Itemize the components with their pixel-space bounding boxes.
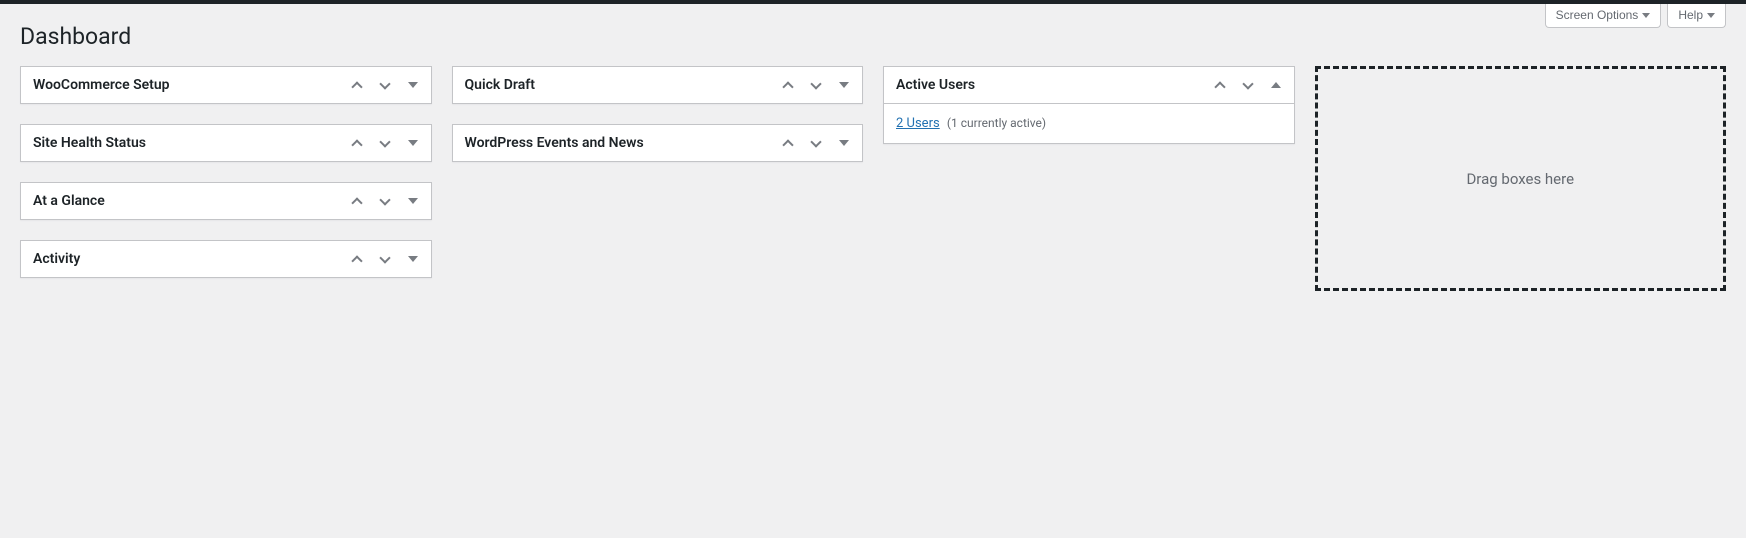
- active-users-detail: (1 currently active): [947, 116, 1046, 130]
- chevron-down-icon: [810, 136, 821, 147]
- postbox-header[interactable]: At a Glance: [21, 183, 431, 219]
- active-users-body: 2 Users (1 currently active): [884, 104, 1294, 143]
- move-up-button[interactable]: [343, 127, 371, 159]
- postbox-activity: Activity: [20, 240, 432, 278]
- postbox-handle-actions: [774, 127, 862, 159]
- postbox-title[interactable]: Site Health Status: [21, 125, 343, 161]
- toggle-button[interactable]: [399, 69, 427, 101]
- triangle-down-icon: [408, 140, 418, 146]
- chevron-up-icon: [782, 139, 793, 150]
- postbox-header[interactable]: Site Health Status: [21, 125, 431, 161]
- postbox-header[interactable]: Quick Draft: [453, 67, 863, 103]
- postbox-header[interactable]: Activity: [21, 241, 431, 277]
- postbox-title[interactable]: Quick Draft: [453, 67, 775, 103]
- move-down-button[interactable]: [371, 127, 399, 159]
- chevron-up-icon: [782, 81, 793, 92]
- move-down-button[interactable]: [802, 69, 830, 101]
- page-title: Dashboard: [20, 14, 1726, 66]
- postbox-handle-actions: [343, 69, 431, 101]
- triangle-up-icon: [1271, 82, 1281, 88]
- screen-meta-links: Screen Options Help: [1545, 4, 1726, 28]
- move-down-button[interactable]: [802, 127, 830, 159]
- help-button[interactable]: Help: [1667, 4, 1726, 28]
- postbox-header[interactable]: Active Users: [884, 67, 1294, 104]
- move-up-button[interactable]: [343, 243, 371, 275]
- content-wrap: Dashboard WooCommerce Setup Site Health …: [0, 4, 1746, 291]
- toggle-button[interactable]: [830, 69, 858, 101]
- chevron-up-icon: [351, 197, 362, 208]
- dashboard-col-2: Quick Draft WordPress Events and News: [452, 66, 864, 162]
- chevron-down-icon: [379, 78, 390, 89]
- postbox-title[interactable]: WooCommerce Setup: [21, 67, 343, 103]
- chevron-up-icon: [351, 255, 362, 266]
- screen-options-button[interactable]: Screen Options: [1545, 4, 1662, 28]
- postbox-handle-actions: [1206, 69, 1294, 101]
- move-down-button[interactable]: [371, 243, 399, 275]
- chevron-up-icon: [351, 81, 362, 92]
- move-down-button[interactable]: [371, 69, 399, 101]
- toggle-button[interactable]: [399, 127, 427, 159]
- postbox-title[interactable]: At a Glance: [21, 183, 343, 219]
- move-up-button[interactable]: [343, 69, 371, 101]
- dashboard-col-4: Drag boxes here: [1315, 66, 1727, 291]
- triangle-down-icon: [839, 140, 849, 146]
- dashboard-col-3: Active Users 2 Users (1 currently active…: [883, 66, 1295, 144]
- move-up-button[interactable]: [774, 127, 802, 159]
- chevron-down-icon: [379, 194, 390, 205]
- help-label: Help: [1678, 8, 1703, 22]
- drop-target[interactable]: Drag boxes here: [1315, 66, 1727, 291]
- postbox-header[interactable]: WordPress Events and News: [453, 125, 863, 161]
- postbox-handle-actions: [343, 127, 431, 159]
- postbox-title[interactable]: Activity: [21, 241, 343, 277]
- postbox-wp-events-news: WordPress Events and News: [452, 124, 864, 162]
- drop-target-label: Drag boxes here: [1466, 170, 1574, 188]
- postbox-woocommerce-setup: WooCommerce Setup: [20, 66, 432, 104]
- postbox-site-health-status: Site Health Status: [20, 124, 432, 162]
- caret-down-icon: [1707, 13, 1715, 18]
- triangle-down-icon: [839, 82, 849, 88]
- toggle-button[interactable]: [830, 127, 858, 159]
- screen-options-label: Screen Options: [1556, 8, 1639, 22]
- toggle-button[interactable]: [399, 243, 427, 275]
- toggle-button[interactable]: [1262, 69, 1290, 101]
- postbox-header[interactable]: WooCommerce Setup: [21, 67, 431, 103]
- triangle-down-icon: [408, 82, 418, 88]
- postbox-at-a-glance: At a Glance: [20, 182, 432, 220]
- caret-down-icon: [1642, 13, 1650, 18]
- postbox-handle-actions: [343, 243, 431, 275]
- toggle-button[interactable]: [399, 185, 427, 217]
- chevron-down-icon: [810, 78, 821, 89]
- chevron-up-icon: [351, 139, 362, 150]
- postbox-quick-draft: Quick Draft: [452, 66, 864, 104]
- chevron-down-icon: [379, 252, 390, 263]
- chevron-up-icon: [1214, 81, 1225, 92]
- postbox-active-users: Active Users 2 Users (1 currently active…: [883, 66, 1295, 144]
- move-down-button[interactable]: [1234, 69, 1262, 101]
- postbox-handle-actions: [343, 185, 431, 217]
- move-up-button[interactable]: [343, 185, 371, 217]
- active-users-link[interactable]: 2 Users: [896, 116, 940, 131]
- postbox-handle-actions: [774, 69, 862, 101]
- chevron-down-icon: [1242, 78, 1253, 89]
- postbox-title[interactable]: Active Users: [884, 67, 1206, 103]
- triangle-down-icon: [408, 256, 418, 262]
- move-up-button[interactable]: [1206, 69, 1234, 101]
- postbox-title[interactable]: WordPress Events and News: [453, 125, 775, 161]
- dashboard-columns: WooCommerce Setup Site Health Status: [20, 66, 1726, 291]
- triangle-down-icon: [408, 198, 418, 204]
- move-up-button[interactable]: [774, 69, 802, 101]
- chevron-down-icon: [379, 136, 390, 147]
- move-down-button[interactable]: [371, 185, 399, 217]
- dashboard-col-1: WooCommerce Setup Site Health Status: [20, 66, 432, 278]
